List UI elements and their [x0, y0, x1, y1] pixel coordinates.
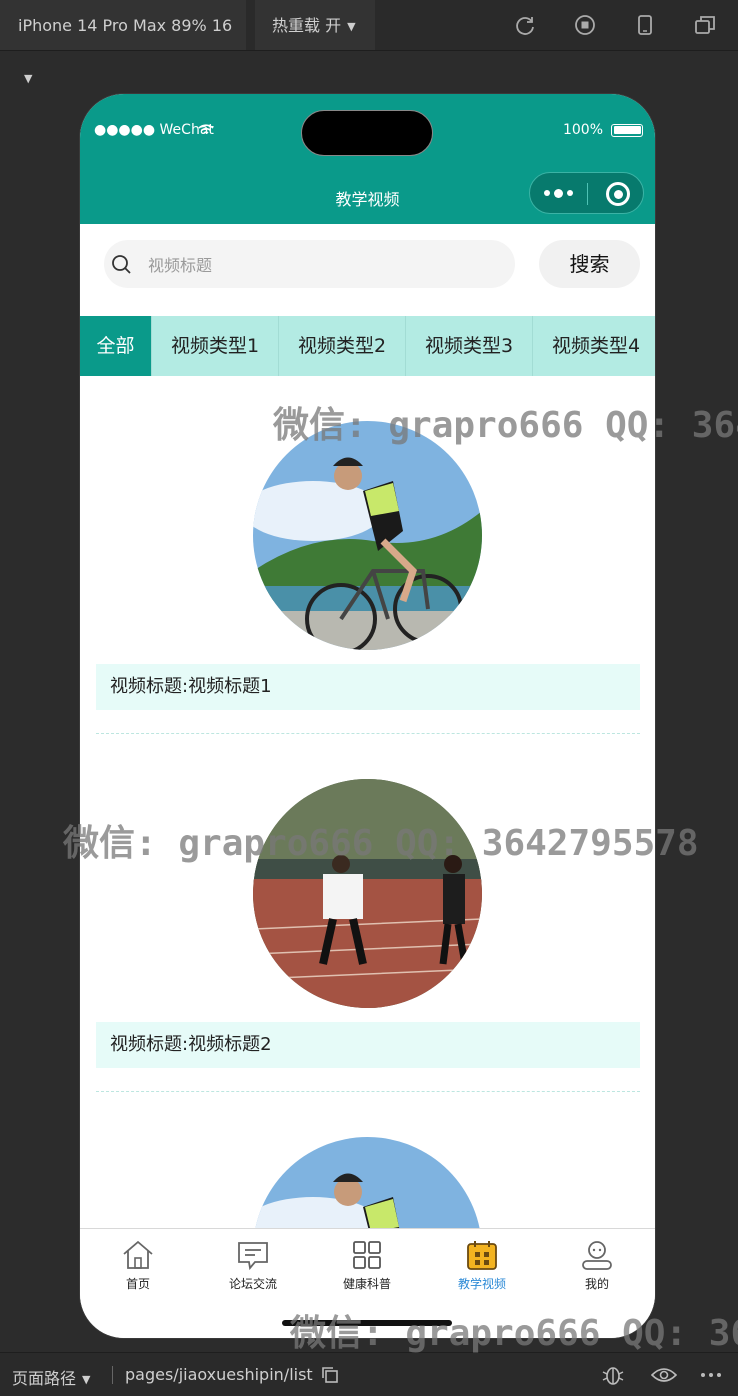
message-icon [238, 1242, 268, 1271]
phone-icon[interactable] [634, 14, 656, 36]
tab-video-type-2[interactable]: 视频类型2 [279, 316, 406, 376]
device-selector[interactable]: iPhone 14 Pro Max 89% 16 ▼ [0, 0, 246, 85]
tabbar-item-home[interactable]: 首页 [88, 1239, 188, 1292]
status-bar: ●●●●● WeChat 100% [80, 94, 655, 166]
chevron-down-icon: ▼ [347, 19, 356, 33]
tabbar-item-forum[interactable]: 论坛交流 [203, 1239, 303, 1292]
stop-record-icon[interactable] [574, 14, 596, 36]
tabbar-label: 首页 [125, 1277, 150, 1291]
tab-video-type-1[interactable]: 视频类型1 [152, 316, 279, 376]
tab-all[interactable]: 全部 [80, 316, 152, 376]
carrier-label: ●●●●● WeChat [94, 122, 214, 138]
cyclist-image [253, 1137, 482, 1230]
capsule-divider [587, 183, 588, 205]
video-item[interactable]: 视频标题:视频标题2 [80, 734, 655, 1092]
category-tabs: 全部 视频类型1 视频类型2 视频类型3 视频类型4 [80, 316, 655, 376]
page-path-selector[interactable]: 页面路径 ▼ [12, 1365, 90, 1389]
hot-reload-toggle[interactable]: 热重载 开 ▼ [255, 0, 375, 50]
relay-track-image [253, 779, 482, 1008]
chevron-down-icon: ▼ [24, 71, 33, 85]
menu-capsule[interactable] [529, 172, 644, 214]
video-thumbnail[interactable] [253, 421, 482, 650]
refresh-icon[interactable] [514, 14, 536, 36]
cyclist-image [253, 421, 482, 650]
tabbar-item-health[interactable]: 健康科普 [317, 1239, 417, 1292]
calendar-icon [467, 1241, 497, 1270]
battery-percent: 100% [562, 122, 603, 138]
tabbar-label: 健康科普 [342, 1277, 391, 1291]
tabbar-label: 教学视频 [457, 1277, 506, 1291]
video-item[interactable]: 视频标题:视频标题1 [80, 376, 655, 734]
battery-status: 100% [563, 122, 643, 138]
video-item[interactable] [80, 1092, 655, 1230]
device-label: iPhone 14 Pro Max 89% 16 [18, 16, 233, 35]
page-path-value: pages/jiaoxueshipin/list [125, 1365, 313, 1384]
search-box [104, 240, 515, 290]
copy-icon[interactable] [321, 1366, 339, 1384]
home-icon [123, 1240, 153, 1269]
video-title: 视频标题:视频标题2 [96, 1022, 640, 1068]
dynamic-island [301, 110, 433, 156]
wifi-icon [198, 124, 214, 134]
tab-video-type-3[interactable]: 视频类型3 [406, 316, 533, 376]
video-title: 视频标题:视频标题1 [96, 664, 640, 710]
phone-frame: ●●●●● WeChat 100% 教学视频 搜索 全部 视频类型1 视频类型2… [80, 94, 655, 1338]
close-miniprogram-icon[interactable] [606, 182, 630, 206]
separator [112, 1366, 113, 1384]
simulator-statusbar: 页面路径 ▼ pages/jiaoxueshipin/list [0, 1352, 738, 1396]
tabbar-item-videos[interactable]: 教学视频 [432, 1239, 532, 1292]
eye-icon[interactable] [651, 1366, 677, 1384]
more-options-icon[interactable] [700, 1372, 722, 1378]
battery-icon [611, 123, 643, 137]
tabbar-label: 我的 [584, 1277, 609, 1291]
simulator-toolbar: iPhone 14 Pro Max 89% 16 ▼ 热重载 开 ▼ [0, 0, 738, 85]
user-icon [582, 1241, 612, 1270]
window-icon[interactable] [694, 14, 716, 36]
home-indicator [282, 1320, 452, 1326]
tabbar-item-profile[interactable]: 我的 [547, 1239, 647, 1292]
grid-icon [353, 1241, 381, 1269]
video-list: 视频标题:视频标题1 视频标题:视频标题2 [80, 376, 655, 1230]
video-thumbnail[interactable] [253, 779, 482, 1008]
more-icon[interactable] [544, 188, 573, 198]
search-input[interactable] [146, 240, 500, 290]
tab-video-type-4[interactable]: 视频类型4 [533, 316, 655, 376]
tabbar-label: 论坛交流 [228, 1277, 277, 1291]
video-thumbnail[interactable] [253, 1137, 482, 1230]
chevron-down-icon: ▼ [82, 1373, 91, 1386]
hot-reload-label: 热重载 开 [272, 16, 342, 35]
search-icon [112, 255, 131, 274]
search-button[interactable]: 搜索 [539, 240, 640, 288]
page-path-label: 页面路径 [12, 1369, 77, 1388]
bug-icon[interactable] [601, 1364, 625, 1386]
